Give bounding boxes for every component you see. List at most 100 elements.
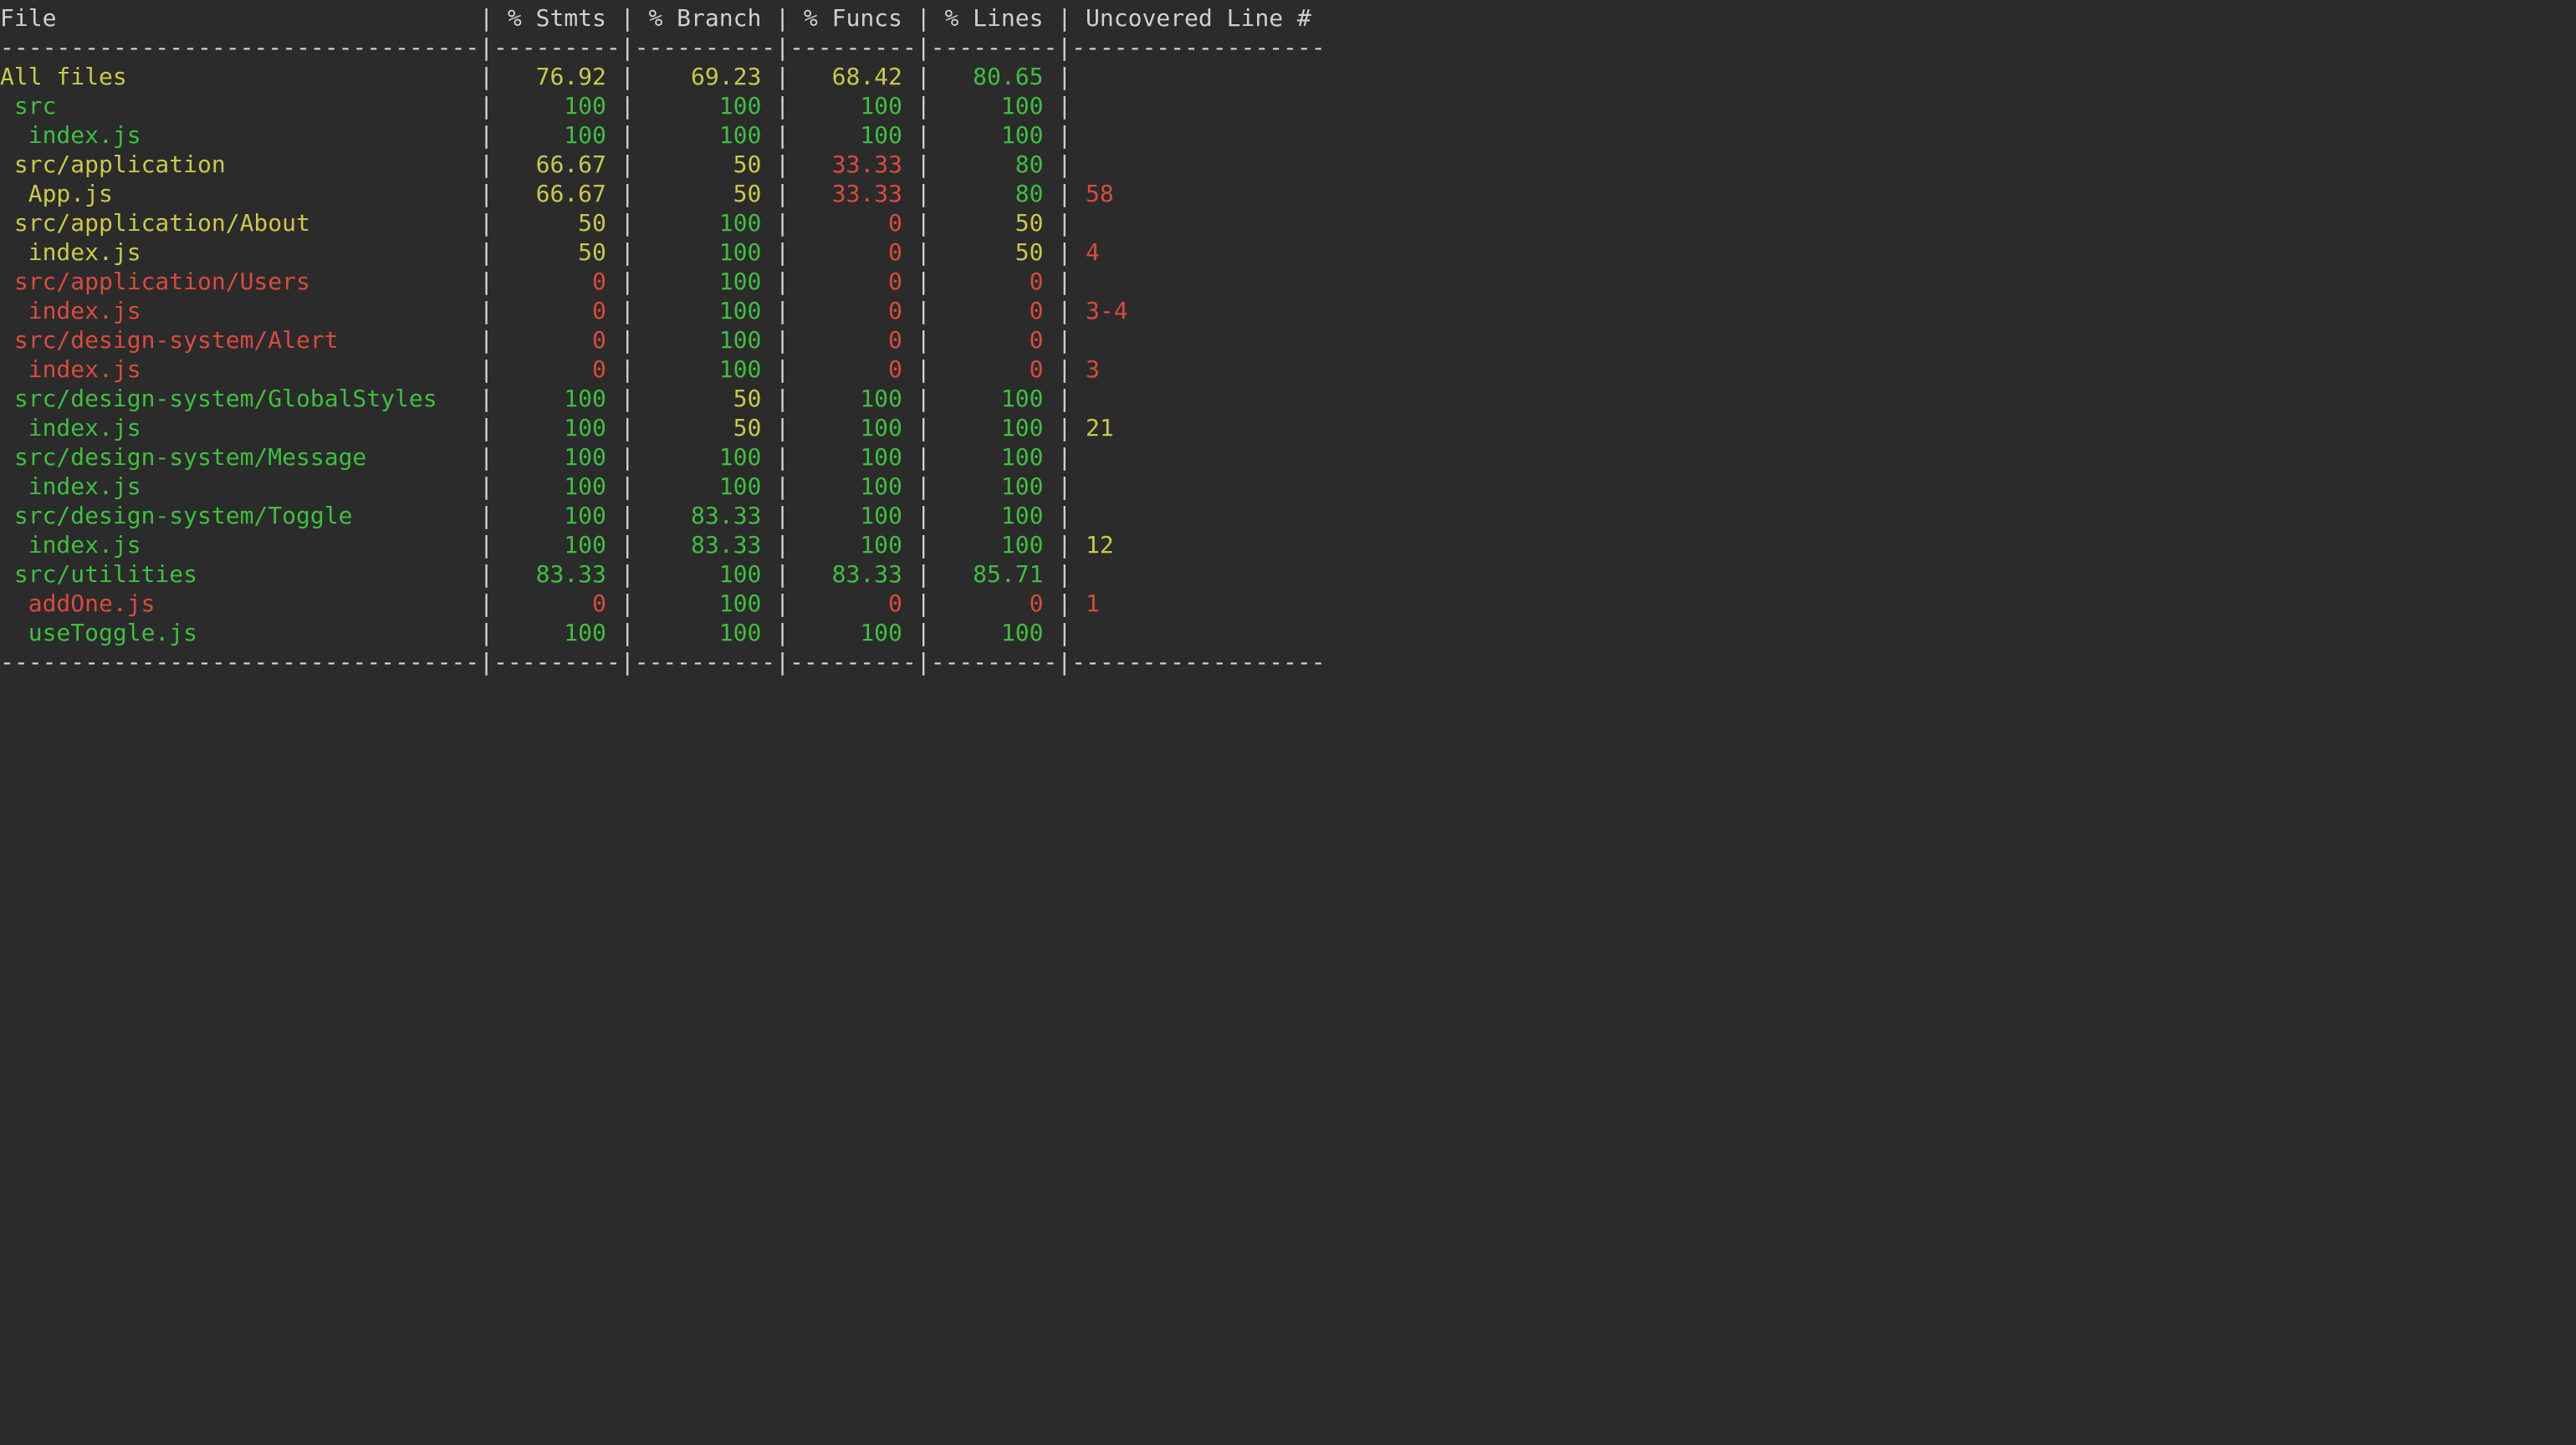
pipe: | [621, 238, 635, 266]
pipe: | [775, 63, 790, 90]
pipe: | [917, 502, 931, 529]
stmts-cell: 100 [493, 531, 621, 559]
pipe: | [621, 560, 635, 588]
uncovered-cell: 1 [1071, 590, 1100, 617]
pipe: | [775, 268, 790, 295]
pipe: | [1057, 92, 1071, 120]
pipe: | [775, 385, 790, 412]
file-cell: index.js [0, 414, 479, 442]
lines-cell: 100 [931, 121, 1058, 149]
pipe: | [621, 268, 635, 295]
lines-cell: 0 [931, 590, 1058, 617]
pipe: | [621, 121, 635, 149]
pipe: | [479, 238, 493, 266]
stmts-cell: 100 [493, 443, 621, 471]
branch-cell: 100 [635, 238, 776, 266]
lines-cell: 100 [931, 92, 1058, 120]
pipe: | [1057, 472, 1071, 500]
pipe: | [1057, 4, 1071, 32]
pipe: | [917, 619, 931, 646]
pipe: | [1057, 619, 1071, 646]
branch-cell: 100 [635, 326, 776, 354]
file-cell: src/application/Users [0, 268, 479, 295]
pipe: | [917, 443, 931, 471]
file-cell: src/design-system/Toggle [0, 502, 479, 529]
funcs-cell: 0 [790, 268, 917, 295]
pipe: | [479, 590, 493, 617]
uncovered-cell [1071, 268, 1086, 295]
pipe: | [775, 326, 790, 354]
file-cell: App.js [0, 180, 479, 207]
pipe: | [917, 414, 931, 442]
col-uncovered-header: Uncovered Line # [1071, 4, 1311, 32]
pipe: | [775, 355, 790, 383]
pipe: | [917, 92, 931, 120]
pipe: | [775, 4, 790, 32]
pipe: | [479, 297, 493, 324]
uncovered-cell [1071, 209, 1086, 237]
pipe: | [621, 502, 635, 529]
pipe: | [917, 297, 931, 324]
uncovered-cell: 58 [1071, 180, 1114, 207]
branch-cell: 100 [635, 560, 776, 588]
pipe: | [621, 385, 635, 412]
lines-cell: 80 [931, 180, 1058, 207]
lines-cell: 100 [931, 443, 1058, 471]
pipe: | [479, 151, 493, 178]
branch-cell: 83.33 [635, 531, 776, 559]
pipe: | [1057, 209, 1071, 237]
pipe: | [479, 92, 493, 120]
pipe: | [1057, 180, 1071, 207]
branch-cell: 50 [635, 385, 776, 412]
pipe: | [1057, 385, 1071, 412]
lines-cell: 100 [931, 472, 1058, 500]
pipe: | [917, 209, 931, 237]
funcs-cell: 100 [790, 414, 917, 442]
file-cell: index.js [0, 531, 479, 559]
stmts-cell: 100 [493, 414, 621, 442]
stmts-cell: 0 [493, 297, 621, 324]
col-lines-header: % Lines [931, 4, 1058, 32]
branch-cell: 100 [635, 92, 776, 120]
funcs-cell: 100 [790, 92, 917, 120]
pipe: | [1057, 502, 1071, 529]
file-cell: addOne.js [0, 590, 479, 617]
uncovered-cell: 21 [1071, 414, 1114, 442]
uncovered-cell [1071, 619, 1086, 646]
pipe: | [621, 326, 635, 354]
pipe: | [479, 560, 493, 588]
divider-row: ----------------------------------|-----… [0, 648, 1326, 676]
pipe: | [775, 619, 790, 646]
pipe: | [917, 180, 931, 207]
branch-cell: 100 [635, 472, 776, 500]
branch-cell: 100 [635, 297, 776, 324]
lines-cell: 85.71 [931, 560, 1058, 588]
pipe: | [479, 63, 493, 90]
pipe: | [775, 121, 790, 149]
pipe: | [775, 238, 790, 266]
funcs-cell: 100 [790, 502, 917, 529]
funcs-cell: 100 [790, 385, 917, 412]
file-cell: src/application [0, 151, 479, 178]
funcs-cell: 100 [790, 619, 917, 646]
pipe: | [1057, 121, 1071, 149]
pipe: | [1057, 151, 1071, 178]
file-cell: index.js [0, 297, 479, 324]
branch-cell: 100 [635, 619, 776, 646]
funcs-cell: 0 [790, 238, 917, 266]
col-file-header: File [0, 4, 479, 32]
branch-cell: 50 [635, 180, 776, 207]
file-cell: All files [0, 63, 479, 90]
pipe: | [917, 385, 931, 412]
pipe: | [621, 472, 635, 500]
uncovered-cell [1071, 63, 1086, 90]
stmts-cell: 66.67 [493, 180, 621, 207]
file-cell: src [0, 92, 479, 120]
col-branch-header: % Branch [635, 4, 776, 32]
uncovered-cell [1071, 121, 1086, 149]
pipe: | [479, 414, 493, 442]
pipe: | [479, 268, 493, 295]
branch-cell: 100 [635, 209, 776, 237]
uncovered-cell [1071, 472, 1086, 500]
lines-cell: 0 [931, 297, 1058, 324]
